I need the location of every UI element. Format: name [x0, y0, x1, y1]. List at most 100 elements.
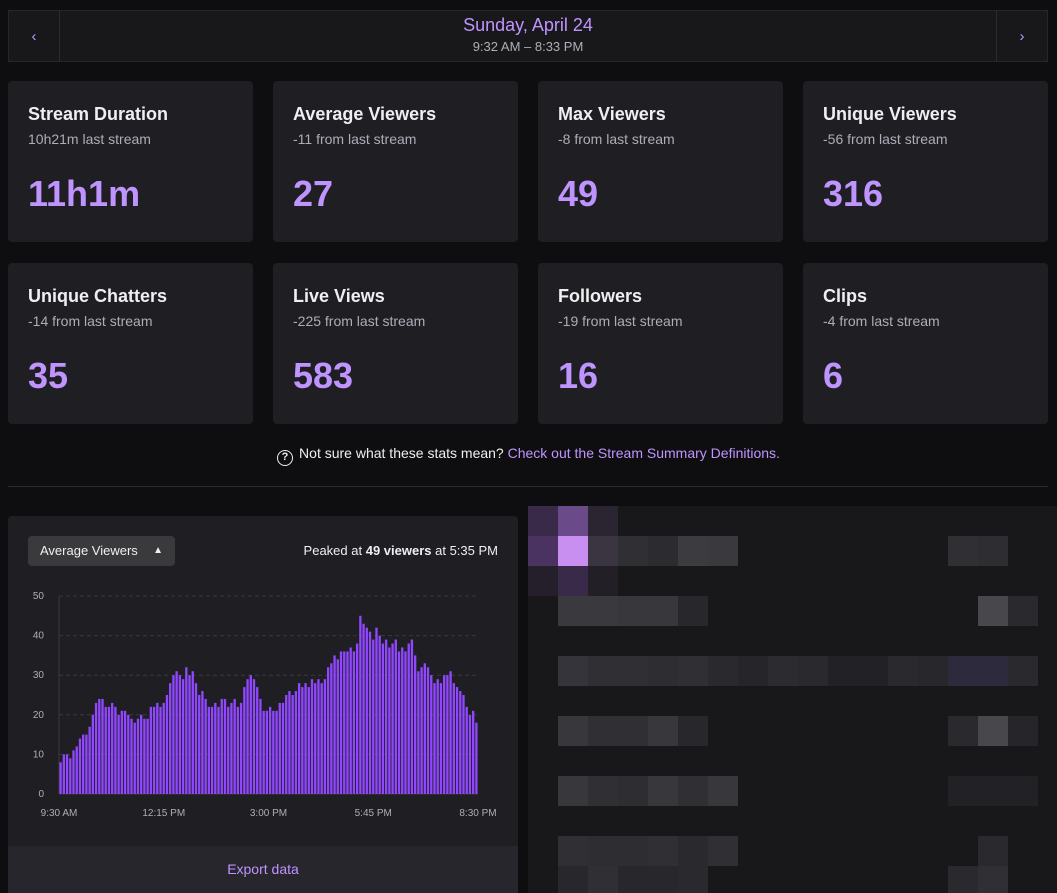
chart-bar[interactable]: [262, 710, 265, 794]
chart-bar[interactable]: [133, 722, 136, 794]
chart-bar[interactable]: [349, 647, 352, 794]
chart-bar[interactable]: [256, 687, 259, 794]
chart-bar[interactable]: [265, 710, 269, 794]
chart-bar[interactable]: [288, 691, 291, 794]
chart-bar[interactable]: [375, 627, 378, 794]
chart-bar[interactable]: [91, 714, 94, 794]
chart-bar[interactable]: [217, 706, 220, 794]
chart-bar[interactable]: [69, 758, 72, 794]
chart-bar[interactable]: [239, 702, 243, 794]
chart-bar[interactable]: [339, 651, 343, 794]
chart-bar[interactable]: [426, 667, 430, 794]
chart-bar[interactable]: [82, 734, 85, 794]
chart-bar[interactable]: [394, 639, 397, 794]
chart-bar[interactable]: [384, 639, 388, 794]
chart-bar[interactable]: [249, 675, 252, 794]
chart-bar[interactable]: [104, 706, 107, 794]
chart-bar[interactable]: [326, 667, 330, 794]
chart-bar[interactable]: [320, 683, 323, 794]
chart-bar[interactable]: [475, 722, 478, 794]
chart-bar[interactable]: [301, 687, 304, 794]
chart-bar[interactable]: [459, 691, 462, 794]
chart-bar[interactable]: [452, 683, 455, 794]
chart-bar[interactable]: [462, 695, 465, 794]
chart-bar[interactable]: [114, 706, 117, 794]
chart-bar[interactable]: [178, 675, 182, 794]
chart-bar[interactable]: [397, 651, 401, 794]
chart-bar[interactable]: [120, 710, 124, 794]
chart-bar[interactable]: [198, 695, 201, 794]
chart-bar[interactable]: [130, 718, 133, 794]
chart-bar[interactable]: [420, 667, 423, 794]
chart-bar[interactable]: [123, 710, 127, 794]
chart-bar[interactable]: [291, 695, 294, 794]
chart-bar[interactable]: [275, 710, 278, 794]
chart-bar[interactable]: [207, 706, 211, 794]
chart-bar[interactable]: [107, 706, 111, 794]
chart-bar[interactable]: [278, 702, 281, 794]
chart-bar[interactable]: [378, 635, 381, 794]
chart-bar[interactable]: [355, 643, 359, 794]
chart-bar[interactable]: [268, 706, 272, 794]
chart-bar[interactable]: [223, 698, 227, 794]
chart-bar[interactable]: [388, 647, 391, 794]
previous-stream-button[interactable]: ‹: [9, 11, 60, 61]
chart-bar[interactable]: [188, 675, 191, 794]
chart-bar[interactable]: [94, 702, 98, 794]
chart-bar[interactable]: [230, 702, 233, 794]
chart-bar[interactable]: [236, 706, 240, 794]
chart-bar[interactable]: [439, 683, 443, 794]
chart-bar[interactable]: [210, 706, 214, 794]
chart-bar[interactable]: [449, 671, 452, 794]
chart-bar[interactable]: [281, 702, 285, 794]
chart-bar[interactable]: [59, 762, 62, 794]
chart-bar[interactable]: [317, 679, 320, 794]
chart-bar[interactable]: [159, 706, 162, 794]
chart-bar[interactable]: [323, 679, 327, 794]
chart-bar[interactable]: [343, 651, 346, 794]
chart-bar[interactable]: [214, 702, 217, 794]
chart-bar[interactable]: [446, 675, 449, 794]
chart-bar[interactable]: [149, 706, 153, 794]
chart-bar[interactable]: [333, 655, 336, 794]
chart-bar[interactable]: [181, 679, 185, 794]
chart-bar[interactable]: [111, 702, 114, 794]
chart-bar[interactable]: [330, 663, 333, 794]
chart-bar[interactable]: [365, 627, 368, 794]
chart-bar[interactable]: [204, 698, 207, 794]
chart-bar[interactable]: [304, 683, 307, 794]
chart-bar[interactable]: [413, 655, 417, 794]
chart-bar[interactable]: [407, 643, 410, 794]
chart-bar[interactable]: [78, 738, 82, 794]
chart-bar[interactable]: [156, 702, 159, 794]
chart-bar[interactable]: [146, 718, 149, 794]
chart-bar[interactable]: [169, 683, 172, 794]
chart-bar[interactable]: [310, 679, 314, 794]
chart-bar[interactable]: [417, 671, 420, 794]
chart-bar[interactable]: [294, 691, 298, 794]
chart-bar[interactable]: [436, 679, 439, 794]
chart-bar[interactable]: [220, 698, 223, 794]
chart-bar[interactable]: [314, 683, 317, 794]
chart-bar[interactable]: [352, 651, 356, 794]
chart-bar[interactable]: [272, 710, 275, 794]
metric-select[interactable]: Average Viewers ▲︎: [28, 536, 175, 566]
chart-bar[interactable]: [65, 754, 69, 794]
chart-bar[interactable]: [410, 639, 414, 794]
chart-bar[interactable]: [191, 671, 194, 794]
chart-bar[interactable]: [88, 726, 91, 794]
chart-bar[interactable]: [175, 671, 178, 794]
chart-bar[interactable]: [359, 615, 362, 794]
chart-bar[interactable]: [233, 698, 236, 794]
chart-bar[interactable]: [307, 687, 310, 794]
chart-bar[interactable]: [346, 651, 349, 794]
chart-bar[interactable]: [430, 675, 433, 794]
chart-bar[interactable]: [85, 734, 88, 794]
chart-bar[interactable]: [143, 718, 146, 794]
chart-bar[interactable]: [443, 675, 446, 794]
chart-bar[interactable]: [455, 687, 459, 794]
chart-bar[interactable]: [372, 639, 375, 794]
chart-bar[interactable]: [297, 683, 301, 794]
stream-summary-definitions-link[interactable]: Check out the Stream Summary Definitions…: [508, 445, 780, 461]
export-data-button[interactable]: Export data: [8, 846, 518, 893]
